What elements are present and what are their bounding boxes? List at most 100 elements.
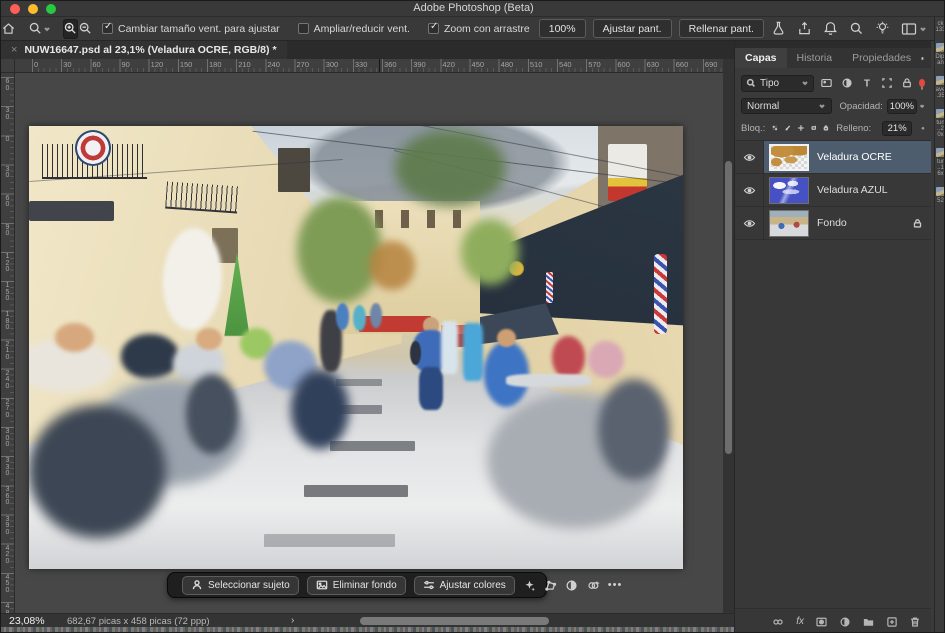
generative-sparkle-icon[interactable]	[523, 579, 536, 592]
image-icon	[316, 579, 328, 591]
zoom-out-button[interactable]	[78, 19, 93, 39]
filter-smart-objects-icon[interactable]	[901, 77, 913, 89]
transform-icon-button[interactable]	[544, 579, 557, 592]
library-thumbnail[interactable]	[936, 43, 945, 52]
new-layer-icon[interactable]	[886, 616, 898, 628]
option-checkbox-2[interactable]: Zoom con arrastre	[428, 23, 530, 35]
canvas-photo[interactable]	[29, 126, 683, 569]
horizontal-scrollbar-thumb[interactable]	[360, 617, 549, 625]
library-dock-item[interactable]: tun ..2 0x	[936, 109, 945, 138]
vertical-scrollbar-thumb[interactable]	[725, 161, 732, 454]
library-dock-item[interactable]: ck 133	[935, 21, 945, 33]
chevron-down-icon[interactable]	[921, 124, 925, 132]
opacity-value[interactable]: 100%	[887, 99, 917, 114]
add-mask-icon[interactable]	[815, 616, 828, 628]
canvas-pasteboard[interactable]: Seleccionar sujeto Eliminar fondo Ajusta…	[15, 73, 723, 613]
zoom-tool-button[interactable]	[28, 19, 51, 39]
filters-icon-button[interactable]	[586, 579, 600, 592]
option-checkbox-0[interactable]: Cambiar tamaño vent. para ajustar	[102, 23, 280, 35]
library-thumbnail[interactable]	[936, 187, 945, 196]
layer-visibility-toggle[interactable]	[735, 141, 764, 173]
layer-visibility-toggle[interactable]	[735, 207, 764, 239]
filter-shape-layers-icon[interactable]	[881, 77, 893, 89]
discover-lightbulb-icon[interactable]	[875, 21, 890, 36]
status-zoom-field[interactable]: 23,08%	[9, 615, 45, 627]
lock-position-move-icon[interactable]	[798, 122, 804, 134]
layer-effects-icon[interactable]: fx	[796, 616, 804, 627]
library-thumbnail[interactable]	[936, 76, 945, 85]
layer-row-veladura-ocre[interactable]: Veladura OCRE	[735, 141, 931, 174]
filter-adjustment-layers-icon[interactable]	[841, 77, 853, 89]
library-dock-item[interactable]: 52	[936, 187, 945, 204]
blend-mode-select[interactable]: Normal	[741, 98, 832, 114]
close-tab-icon[interactable]: ×	[11, 45, 17, 56]
adjustment-layer-icon[interactable]	[839, 616, 851, 628]
h-ruler-label: 630	[647, 60, 660, 69]
checkbox-unchecked-icon[interactable]	[298, 23, 309, 34]
lock-transparency-icon[interactable]	[772, 122, 778, 134]
document-tab[interactable]: × NUW16647.psd al 23,1% (Veladura OCRE, …	[1, 41, 287, 59]
library-dock-item[interactable]: ave .35	[936, 76, 945, 99]
vertical-scrollbar[interactable]	[723, 73, 734, 613]
adjustment-icon-button[interactable]	[565, 579, 578, 592]
notifications-bell-icon[interactable]	[823, 21, 838, 36]
ruler-origin[interactable]	[1, 59, 15, 73]
zoom-100-button[interactable]: 100%	[539, 19, 586, 38]
layer-locked-icon[interactable]	[912, 218, 923, 229]
library-dock-item[interactable]: Dipl an	[935, 43, 945, 66]
panel-tab-bar: Capas Historia Propiedades	[735, 48, 931, 68]
lock-all-icon[interactable]	[823, 122, 829, 134]
home-button[interactable]	[1, 19, 16, 39]
select-subject-button[interactable]: Seleccionar sujeto	[182, 576, 299, 595]
layer-name[interactable]: Fondo	[817, 217, 847, 229]
layer-visibility-eye-icon[interactable]	[743, 184, 756, 197]
filter-type-select[interactable]: Tipo	[741, 75, 814, 92]
layer-thumbnail[interactable]	[769, 177, 809, 204]
share-icon[interactable]	[797, 21, 812, 36]
tab-capas[interactable]: Capas	[735, 48, 787, 68]
panel-menu-icon[interactable]	[921, 52, 924, 65]
lock-artboard-icon[interactable]	[811, 122, 817, 134]
library-thumbnail[interactable]	[936, 109, 945, 118]
checkbox-checked-icon[interactable]	[428, 23, 439, 34]
chevron-down-icon[interactable]	[919, 102, 925, 110]
tab-propiedades[interactable]: Propiedades	[842, 48, 921, 68]
zoom-in-button[interactable]	[63, 19, 78, 39]
layer-visibility-eye-icon[interactable]	[743, 217, 756, 230]
fill-value[interactable]: 21%	[882, 121, 912, 136]
adjust-colors-button[interactable]: Ajustar colores	[414, 576, 515, 595]
status-chevron-icon[interactable]: ›	[291, 615, 294, 626]
beta-flask-icon[interactable]	[771, 21, 786, 36]
v-ruler-label: 6 0	[1, 79, 14, 92]
layer-name[interactable]: Veladura OCRE	[817, 151, 892, 163]
layer-name[interactable]: Veladura AZUL	[817, 184, 888, 196]
fit-screen-button[interactable]: Ajustar pant.	[593, 19, 672, 38]
remove-background-button[interactable]: Eliminar fondo	[307, 576, 406, 595]
layer-row-veladura-azul[interactable]: Veladura AZUL	[735, 174, 931, 207]
library-dock-item[interactable]: tur ..1 6x	[936, 148, 945, 177]
layer-visibility-eye-icon[interactable]	[743, 151, 756, 164]
vertical-ruler[interactable]: 6 03 003 06 09 01 2 01 5 01 8 02 1 02 4 …	[1, 73, 15, 613]
option-checkbox-1[interactable]: Ampliar/reducir vent.	[298, 23, 410, 35]
v-ruler-label: 6 0	[1, 196, 14, 209]
search-icon[interactable]	[849, 21, 864, 36]
lock-paint-brush-icon[interactable]	[785, 122, 791, 134]
layer-thumbnail[interactable]	[769, 144, 809, 171]
fill-screen-button[interactable]: Rellenar pant.	[679, 19, 764, 38]
library-thumbnail[interactable]	[936, 148, 945, 157]
filter-pixel-layers-icon[interactable]	[820, 77, 833, 89]
checkbox-checked-icon[interactable]	[102, 23, 113, 34]
filter-type-layers-icon[interactable]: T	[861, 77, 873, 89]
tab-historia[interactable]: Historia	[787, 48, 843, 68]
new-group-folder-icon[interactable]	[862, 616, 875, 628]
libraries-dock-strip[interactable]: ck 133 Dipl an ave .35 tun ..2 0x tur ..1 6x…	[934, 17, 945, 633]
more-options-button[interactable]: •••	[608, 579, 623, 591]
layer-thumbnail[interactable]	[769, 210, 809, 237]
horizontal-ruler[interactable]: 0306090120150180210240270300330360390420…	[15, 59, 723, 73]
link-layers-icon[interactable]	[771, 616, 785, 628]
delete-layer-trash-icon[interactable]	[909, 616, 921, 628]
layer-row-fondo[interactable]: Fondo	[735, 207, 931, 240]
workspace-switcher[interactable]	[901, 22, 927, 36]
filter-toggle-pin[interactable]	[919, 79, 925, 87]
layer-visibility-toggle[interactable]	[735, 174, 764, 206]
